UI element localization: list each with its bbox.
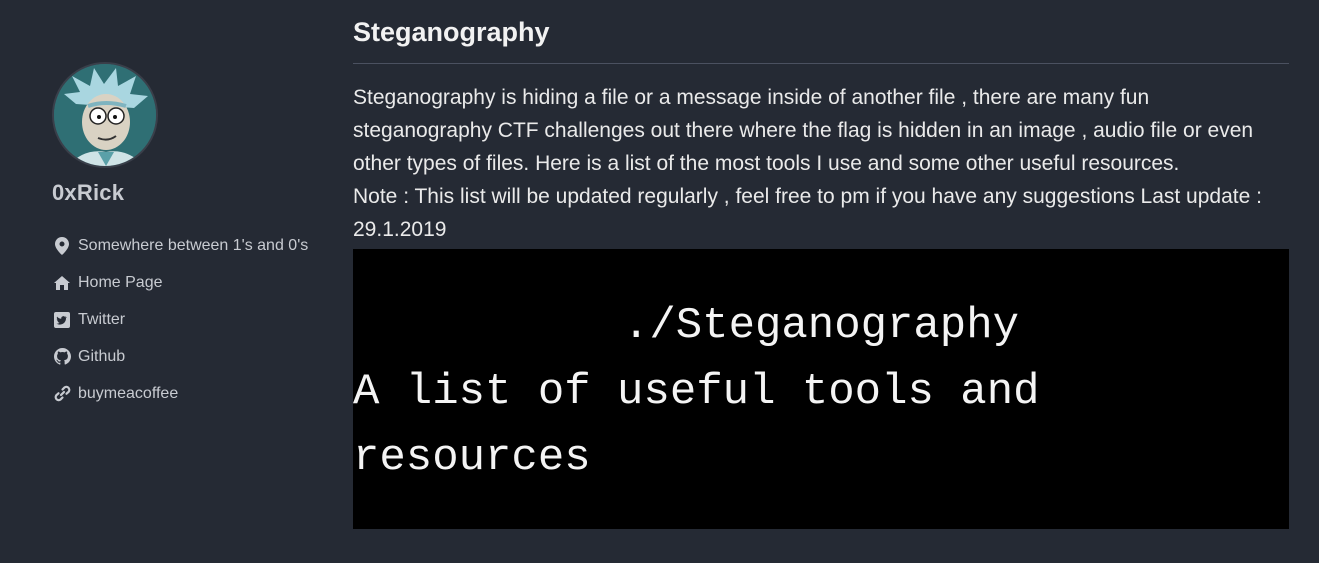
github-icon [53, 348, 71, 366]
location-item: Somewhere between 1's and 0's [52, 227, 332, 264]
twitter-icon [53, 311, 71, 329]
banner-subtitle: A list of useful tools and resources [353, 367, 1040, 483]
post-note: Note : This list will be updated regular… [353, 185, 1262, 241]
buymeacoffee-label[interactable]: buymeacoffee [78, 385, 178, 403]
post-intro: Steganography is hiding a file or a mess… [353, 86, 1254, 175]
map-marker-icon [53, 236, 71, 255]
rick-avatar-icon [54, 64, 156, 166]
author-sidebar: 0xRick Somewhere between 1's and 0's Hom… [52, 62, 332, 412]
author-links: Somewhere between 1's and 0's Home Page … [52, 227, 332, 412]
location-label: Somewhere between 1's and 0's [78, 236, 309, 254]
github-label[interactable]: Github [78, 348, 125, 366]
page: 0xRick Somewhere between 1's and 0's Hom… [0, 0, 1319, 563]
home-page-label[interactable]: Home Page [78, 274, 163, 292]
post-content: Steganography Steganography is hiding a … [353, 14, 1289, 529]
author-name: 0xRick [52, 180, 125, 205]
github-link[interactable]: Github [52, 338, 332, 375]
home-icon [53, 274, 71, 292]
author-avatar [52, 62, 158, 168]
twitter-label[interactable]: Twitter [78, 311, 125, 329]
home-page-link[interactable]: Home Page [52, 264, 332, 301]
banner-title: ./Steganography [622, 301, 1020, 351]
link-icon [53, 385, 71, 403]
post-banner-image: ./Steganography A list of useful tools a… [353, 249, 1289, 529]
twitter-link[interactable]: Twitter [52, 301, 332, 338]
post-title: Steganography [353, 14, 1289, 64]
buymeacoffee-link[interactable]: buymeacoffee [52, 375, 332, 412]
